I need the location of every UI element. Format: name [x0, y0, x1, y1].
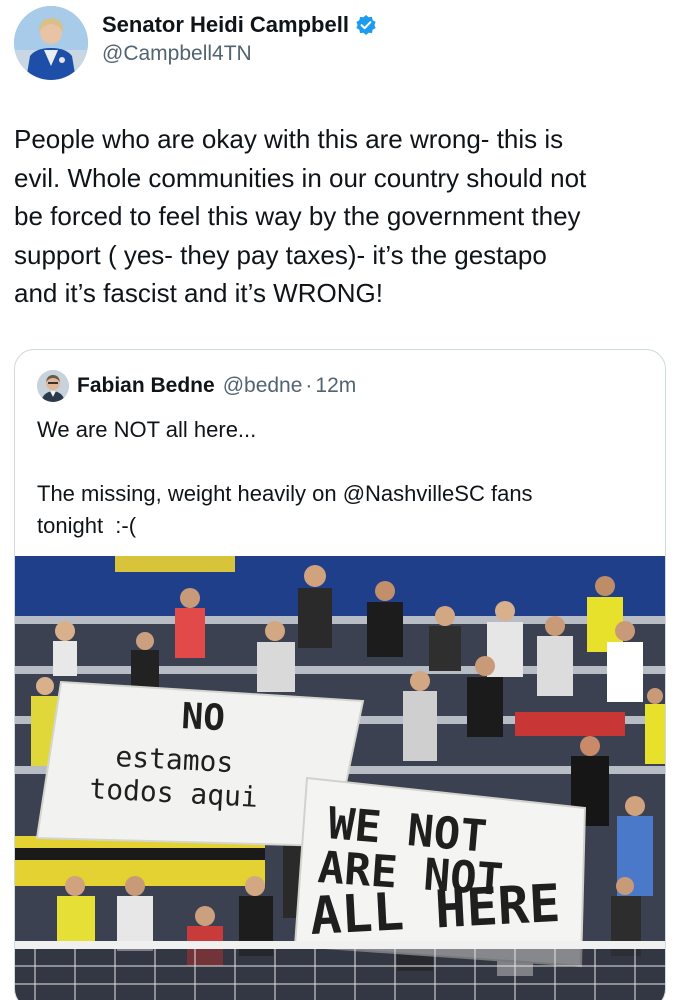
tweet-header: Senator Heidi Campbell @Campbell4TN: [14, 6, 664, 80]
quoted-timestamp[interactable]: 12m: [315, 374, 356, 398]
tweet-text: People who are okay with this are wrong-…: [14, 124, 587, 308]
quoted-tweet-photo[interactable]: NO estamos todos aqui WE NOT ARE NOT ALL…: [15, 556, 665, 1000]
verified-badge-icon: [356, 15, 376, 35]
separator-dot: ·: [305, 374, 313, 397]
quoted-tweet-text: We are NOT all here... The missing, weig…: [37, 417, 533, 538]
stadium-crowd-photo: NO estamos todos aqui WE NOT ARE NOT ALL…: [15, 556, 665, 1000]
quoted-author-name[interactable]: Fabian Bedne: [77, 374, 215, 398]
quoted-tweet-card[interactable]: Fabian Bedne @bedne · 12m We are NOT all…: [14, 349, 666, 1000]
author-handle[interactable]: @Campbell4TN: [102, 42, 377, 66]
goal-net: [15, 941, 665, 1000]
quoted-profile-photo-icon: [37, 370, 69, 402]
profile-photo-icon: [14, 6, 88, 80]
author-name[interactable]: Senator Heidi Campbell: [102, 12, 349, 38]
author-avatar[interactable]: [14, 6, 88, 80]
quoted-author-handle[interactable]: @bedne: [223, 374, 303, 398]
quoted-tweet-header: Fabian Bedne @bedne · 12m: [37, 370, 356, 402]
left-sign-line-1: NO: [181, 696, 226, 739]
quoted-author-avatar[interactable]: [37, 370, 69, 402]
